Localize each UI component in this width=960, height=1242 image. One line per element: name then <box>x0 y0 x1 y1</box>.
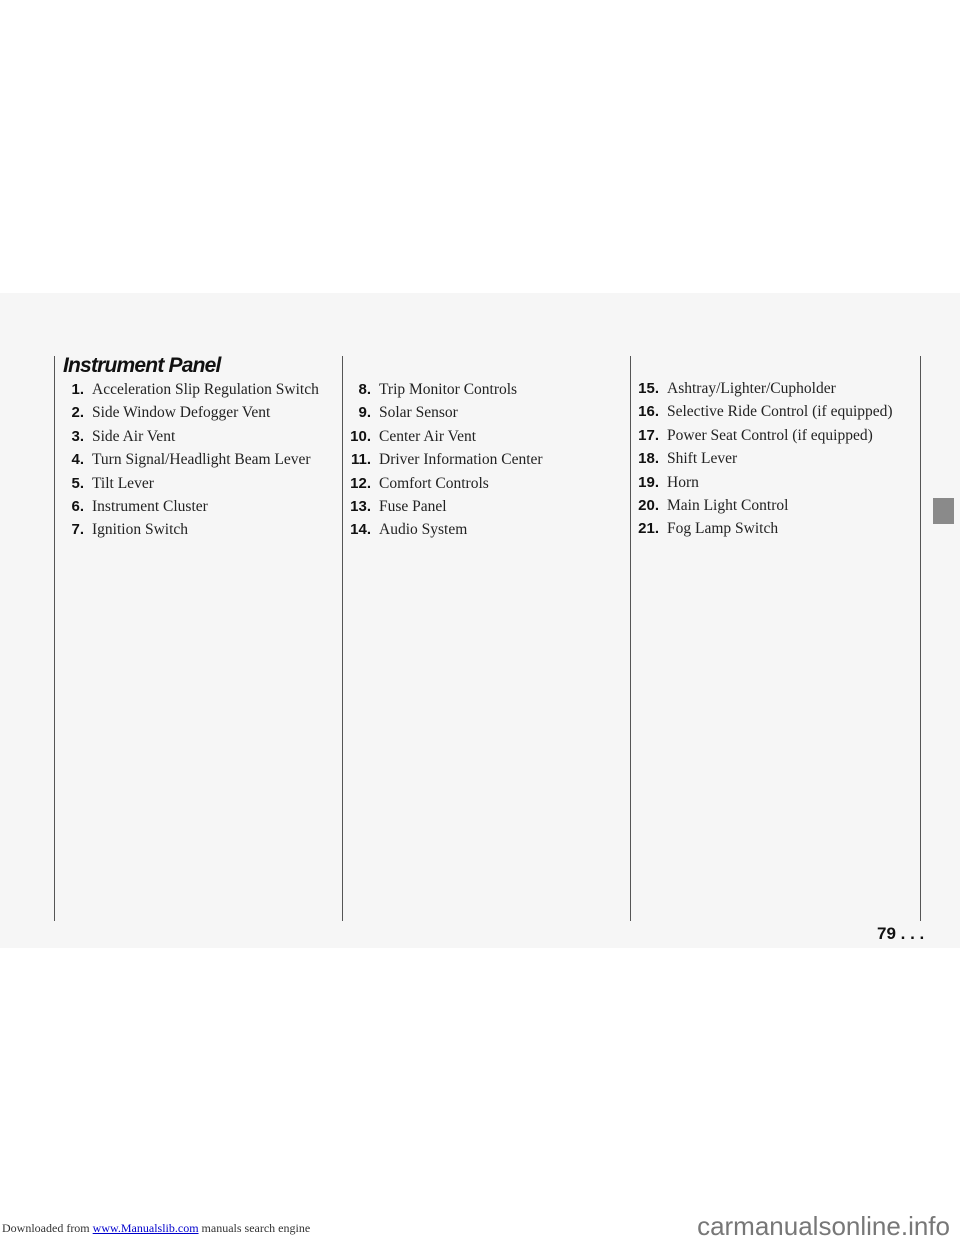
list-item: 16. Selective Ride Control (if equipped) <box>630 403 893 426</box>
item-list-column-1: 1. Acceleration Slip Regulation Switch 2. S… <box>60 381 319 545</box>
item-label: Tilt Lever <box>92 474 154 492</box>
item-number: 2. <box>71 404 84 422</box>
item-label: Trip Monitor Controls <box>379 381 518 398</box>
item-label: Fuse Panel <box>379 497 447 515</box>
item-number: 5. <box>71 474 84 492</box>
item-number: 15. <box>638 380 659 397</box>
download-footer: Downloaded from www.Manualslib.com manua… <box>2 1221 310 1236</box>
item-number: 13. <box>350 497 371 515</box>
item-number: 11. <box>350 451 371 469</box>
item-number: 14. <box>350 521 371 539</box>
column-divider <box>54 356 55 921</box>
footer-prefix: Downloaded from <box>2 1221 93 1235</box>
item-label: Instrument Cluster <box>92 497 208 515</box>
list-item: 20. Main Light Control <box>630 497 893 520</box>
item-label: Shift Lever <box>667 450 738 468</box>
item-number: 18. <box>638 450 659 468</box>
list-item: 2. Side Window Defogger Vent <box>60 404 319 427</box>
item-label: Ignition Switch <box>92 521 189 539</box>
item-label: Side Window Defogger Vent <box>92 404 271 422</box>
list-item: 15. Ashtray/Lighter/Cupholder <box>630 380 893 403</box>
item-list-column-2: 8. Trip Monitor Controls 9. Solar Sensor 10.… <box>342 381 543 545</box>
list-item: 14. Audio System <box>342 521 543 544</box>
item-number: 6. <box>71 497 84 515</box>
item-label: Main Light Control <box>667 496 789 514</box>
item-label: Power Seat Control (if equipped) <box>667 426 873 444</box>
list-item: 4. Turn Signal/Headlight Beam Lever <box>60 451 319 474</box>
item-label: Solar Sensor <box>379 404 458 422</box>
manualslib-link[interactable]: www.Manualslib.com <box>93 1221 199 1235</box>
item-label: Selective Ride Control (if equipped) <box>667 403 893 421</box>
item-number: 4. <box>71 451 84 469</box>
list-item: 12. Comfort Controls <box>342 475 543 498</box>
list-item: 5. Tilt Lever <box>60 475 319 498</box>
item-number: 7. <box>71 521 84 539</box>
item-label: Turn Signal/Headlight Beam Lever <box>92 451 311 469</box>
item-label: Horn <box>667 473 699 491</box>
item-label: Acceleration Slip Regulation Switch <box>92 381 319 398</box>
column-divider <box>920 356 921 921</box>
item-number: 3. <box>71 427 84 445</box>
section-tab-marker <box>933 498 954 524</box>
item-list-column-3: 15. Ashtray/Lighter/Cupholder 16. Selective… <box>630 380 893 544</box>
list-item: 1. Acceleration Slip Regulation Switch <box>60 381 319 404</box>
list-item: 7. Ignition Switch <box>60 521 319 544</box>
footer-suffix: manuals search engine <box>198 1221 311 1235</box>
list-item: 6. Instrument Cluster <box>60 498 319 521</box>
page-number: 79 . . . <box>877 924 925 943</box>
list-item: 9. Solar Sensor <box>342 404 543 427</box>
item-number: 1. <box>71 381 84 398</box>
item-number: 16. <box>638 403 659 421</box>
list-item: 17. Power Seat Control (if equipped) <box>630 427 893 450</box>
item-number: 8. <box>358 381 371 398</box>
item-label: Ashtray/Lighter/Cupholder <box>667 380 836 397</box>
list-item: 19. Horn <box>630 474 893 497</box>
item-label: Comfort Controls <box>379 474 489 492</box>
item-label: Fog Lamp Switch <box>667 520 779 538</box>
watermark-logo: carmanualsonline.info <box>697 1211 950 1241</box>
list-item: 11. Driver Information Center <box>342 451 543 474</box>
item-number: 9. <box>358 404 371 422</box>
item-label: Audio System <box>379 521 468 539</box>
item-number: 12. <box>350 474 371 492</box>
item-label: Center Air Vent <box>379 427 477 445</box>
item-number: 17. <box>638 426 659 444</box>
list-item: 10. Center Air Vent <box>342 428 543 451</box>
item-number: 19. <box>638 473 659 491</box>
list-item: 13. Fuse Panel <box>342 498 543 521</box>
item-number: 21. <box>638 520 659 538</box>
item-number: 20. <box>638 496 659 514</box>
list-item: 18. Shift Lever <box>630 450 893 473</box>
list-item: 8. Trip Monitor Controls <box>342 381 543 404</box>
list-item: 21. Fog Lamp Switch <box>630 520 893 543</box>
item-number: 10. <box>350 427 371 445</box>
item-label: Side Air Vent <box>92 427 176 445</box>
item-label: Driver Information Center <box>379 451 543 469</box>
list-item: 3. Side Air Vent <box>60 428 319 451</box>
section-title: Instrument Panel <box>63 354 221 377</box>
